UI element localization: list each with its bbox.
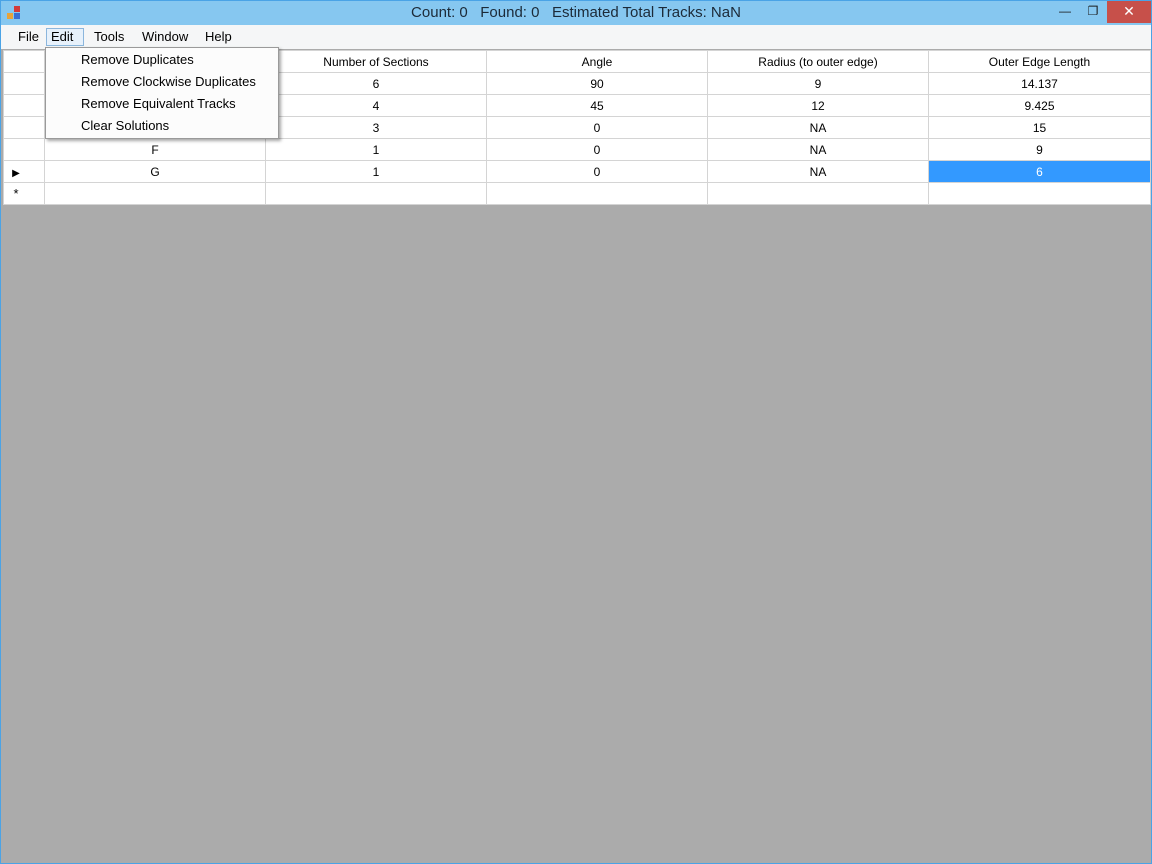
table-cell[interactable]: 9.425: [928, 94, 1151, 117]
table-cell[interactable]: [928, 182, 1151, 205]
table-cell[interactable]: 45: [486, 94, 708, 117]
menu-file[interactable]: File: [14, 28, 43, 46]
row-header-current[interactable]: ▶: [3, 160, 45, 183]
restore-button[interactable]: ❐: [1079, 1, 1107, 23]
row-header-new[interactable]: *: [3, 182, 45, 205]
table-cell[interactable]: 15: [928, 116, 1151, 139]
table-cell-selected[interactable]: 6: [928, 160, 1151, 183]
corner-header[interactable]: [3, 50, 45, 73]
table-cell[interactable]: 9: [707, 72, 929, 95]
current-row-arrow-icon: ▶: [12, 167, 20, 179]
table-cell[interactable]: [707, 182, 929, 205]
close-button[interactable]: ✕: [1107, 1, 1151, 23]
menu-item-remove-duplicates[interactable]: Remove Duplicates: [81, 49, 194, 71]
table-cell[interactable]: NA: [707, 116, 929, 139]
table-cell[interactable]: 4: [265, 94, 487, 117]
menu-edit[interactable]: Edit: [46, 28, 84, 46]
row-header[interactable]: [3, 72, 45, 95]
table-cell[interactable]: 1: [265, 138, 487, 161]
app-window: Count: 0 Found: 0 Estimated Total Tracks…: [0, 0, 1152, 864]
table-cell[interactable]: NA: [707, 160, 929, 183]
column-header-number-of-sections[interactable]: Number of Sections: [265, 50, 487, 73]
table-cell[interactable]: 0: [486, 160, 708, 183]
column-header-outer-edge-length[interactable]: Outer Edge Length: [928, 50, 1151, 73]
row-header[interactable]: [3, 138, 45, 161]
minimize-button[interactable]: —: [1051, 1, 1079, 23]
table-cell[interactable]: G: [44, 160, 266, 183]
menu-item-remove-clockwise-duplicates[interactable]: Remove Clockwise Duplicates: [81, 71, 256, 93]
menu-help[interactable]: Help: [201, 28, 236, 46]
row-header[interactable]: [3, 94, 45, 117]
edit-menu-dropdown: Remove Duplicates Remove Clockwise Dupli…: [45, 47, 279, 139]
menu-bar: File Edit Tools Window Help: [1, 25, 1151, 49]
menu-item-remove-equivalent-tracks[interactable]: Remove Equivalent Tracks: [81, 93, 236, 115]
table-cell[interactable]: 1: [265, 160, 487, 183]
table-cell[interactable]: [486, 182, 708, 205]
column-header-angle[interactable]: Angle: [486, 50, 708, 73]
menu-tools[interactable]: Tools: [90, 28, 128, 46]
table-cell[interactable]: [265, 182, 487, 205]
menu-window[interactable]: Window: [138, 28, 192, 46]
table-cell[interactable]: 6: [265, 72, 487, 95]
window-title: Count: 0 Found: 0 Estimated Total Tracks…: [411, 4, 741, 21]
title-bar[interactable]: Count: 0 Found: 0 Estimated Total Tracks…: [1, 1, 1151, 25]
table-cell[interactable]: 14.137: [928, 72, 1151, 95]
table-cell[interactable]: NA: [707, 138, 929, 161]
table-cell[interactable]: [44, 182, 266, 205]
table-row-new[interactable]: *: [3, 182, 1151, 205]
table-cell[interactable]: 3: [265, 116, 487, 139]
new-row-asterisk-icon: *: [13, 186, 19, 201]
table-row[interactable]: F 1 0 NA 9: [3, 138, 1151, 161]
table-cell[interactable]: 0: [486, 116, 708, 139]
table-cell[interactable]: 0: [486, 138, 708, 161]
table-cell[interactable]: F: [44, 138, 266, 161]
row-header[interactable]: [3, 116, 45, 139]
column-header-radius[interactable]: Radius (to outer edge): [707, 50, 929, 73]
table-cell[interactable]: 9: [928, 138, 1151, 161]
table-cell[interactable]: 12: [707, 94, 929, 117]
menu-item-clear-solutions[interactable]: Clear Solutions: [81, 115, 169, 137]
table-cell[interactable]: 90: [486, 72, 708, 95]
table-row-current[interactable]: ▶ G 1 0 NA 6: [3, 160, 1151, 183]
